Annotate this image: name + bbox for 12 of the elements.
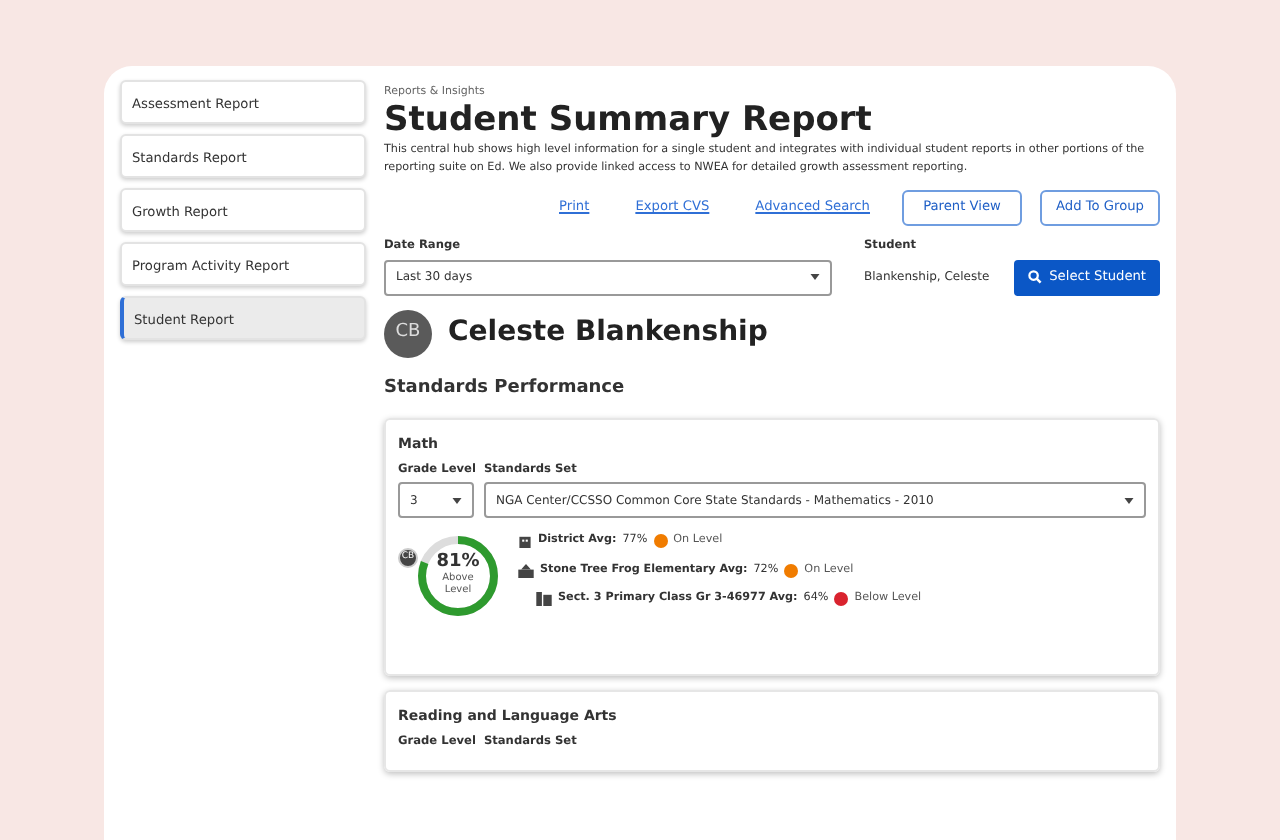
school-icon [518,563,534,578]
caret-icon [452,497,462,504]
page-title: Student Summary Report [384,100,874,142]
caret-icon [1124,497,1134,504]
classroom-icon [536,591,552,606]
student-name: Celeste Blankenship [448,314,768,353]
section-heading: Standards Performance [384,375,627,402]
caret-icon [810,274,820,281]
avatar: CB [384,309,432,358]
score-percent: 81% [434,554,482,573]
search-icon [1027,270,1042,285]
building-icon [518,534,532,549]
